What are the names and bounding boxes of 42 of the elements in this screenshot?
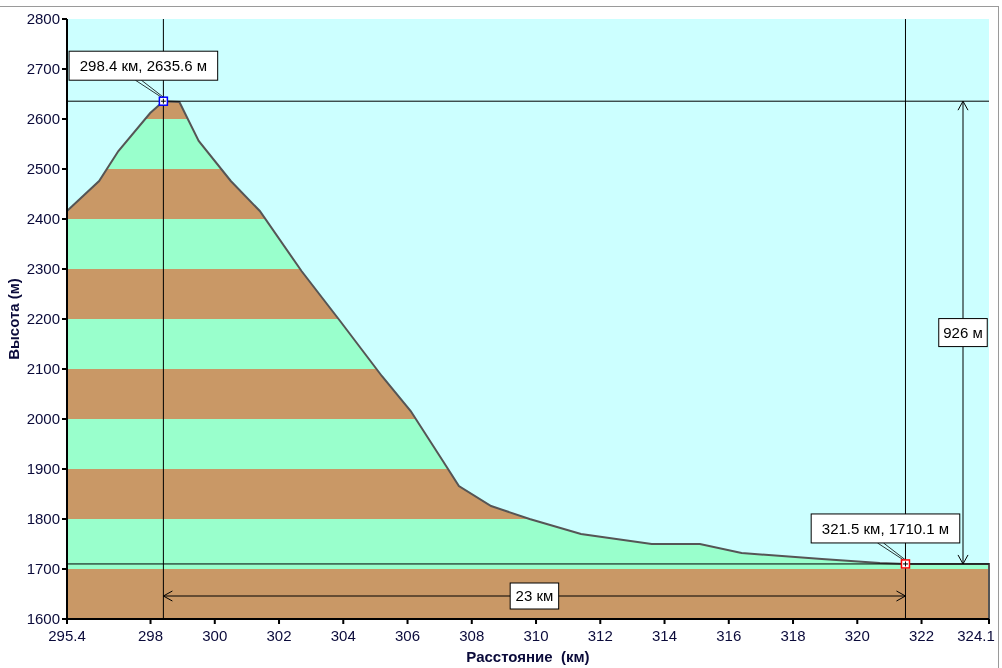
x-tick-label: 304 <box>330 627 356 644</box>
annotation: 298.4 км, 2635.6 м <box>79 57 208 75</box>
x-tick-label: 302 <box>266 627 292 644</box>
x-tick-label: 324.1 <box>957 627 995 644</box>
y-tick-label: 2100 <box>26 360 60 377</box>
point-marker[interactable] <box>158 96 169 106</box>
y-tick-label: 1600 <box>26 610 60 627</box>
x-tick-label: 322 <box>909 627 935 644</box>
x-tick-label: 300 <box>202 627 228 644</box>
x-tick-label: 314 <box>652 627 678 644</box>
point-marker[interactable] <box>900 559 911 569</box>
y-tick-label: 2200 <box>26 310 60 327</box>
height-label: 926 м <box>938 318 988 348</box>
y-tick-label: 2600 <box>26 110 60 127</box>
distance-label: 23 км <box>509 582 560 610</box>
leader-line <box>877 542 906 561</box>
annotation: 321.5 км, 1710.1 м <box>821 519 950 537</box>
leader-line <box>135 79 164 98</box>
y-tick-label: 2000 <box>26 410 60 427</box>
x-tick-label: 318 <box>780 627 806 644</box>
y-tick-label: 1800 <box>26 510 60 527</box>
y-tick-label: 1700 <box>26 560 60 577</box>
y-tick-label: 1900 <box>26 460 60 477</box>
annotation: 23 км <box>515 587 554 604</box>
coordinate-label: 321.5 км, 1710.1 м <box>810 513 961 544</box>
coordinate-label: 298.4 км, 2635.6 м <box>68 50 219 81</box>
x-tick-label: 312 <box>587 627 613 644</box>
y-tick-label: 2800 <box>26 10 60 27</box>
y-axis-title: Высота (м) <box>5 278 22 360</box>
annotation: 926 м <box>943 323 983 341</box>
x-tick-label: 310 <box>523 627 549 644</box>
x-tick-label: 308 <box>459 627 485 644</box>
x-axis-title: Расстояние (км) <box>466 648 590 665</box>
x-tick-label: 306 <box>395 627 421 644</box>
y-tick-label: 2400 <box>26 210 60 227</box>
x-tick-label: 295.4 <box>48 627 86 644</box>
x-tick-label: 316 <box>716 627 742 644</box>
y-tick-label: 2300 <box>26 260 60 277</box>
y-tick-label: 2500 <box>26 160 60 177</box>
x-tick-label: 320 <box>844 627 870 644</box>
x-tick-label: 298 <box>138 627 164 644</box>
y-tick-label: 2700 <box>26 60 60 77</box>
